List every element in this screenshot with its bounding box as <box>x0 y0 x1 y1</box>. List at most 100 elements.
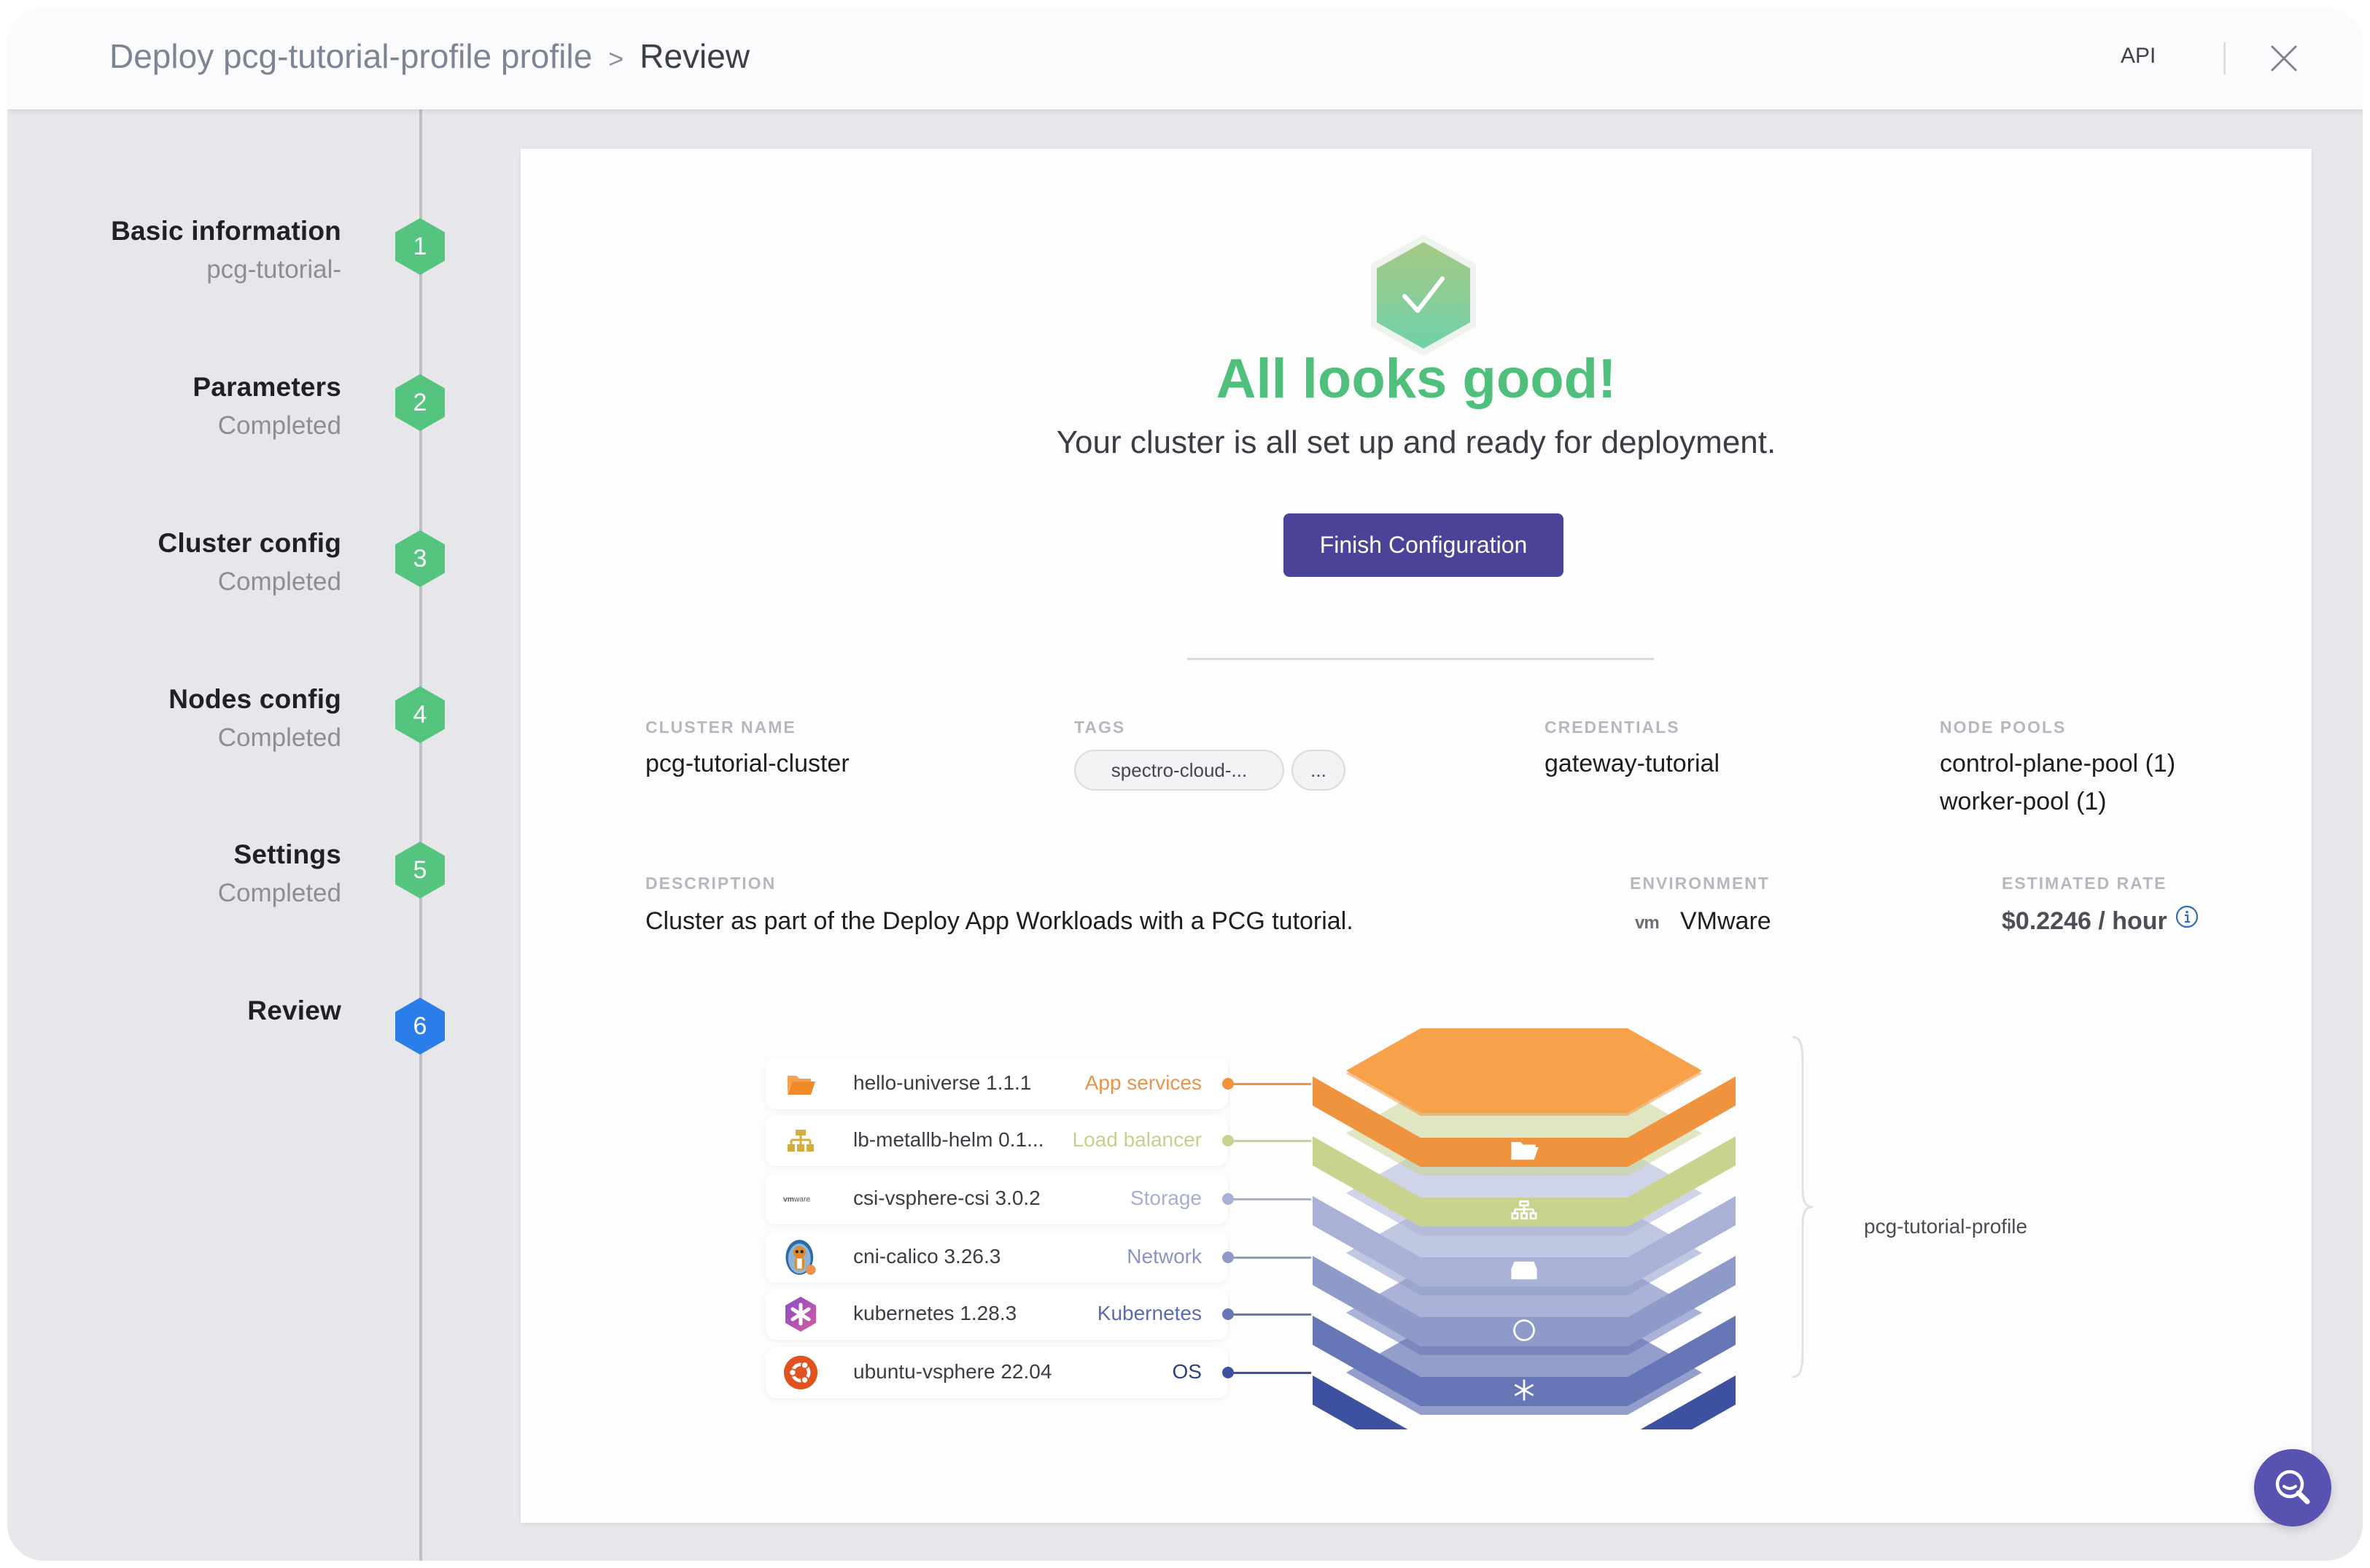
section-divider <box>1187 658 1654 660</box>
step-4[interactable]: Nodes config Completed <box>168 684 341 753</box>
profile-layer-row[interactable]: vmware csi-vsphere-csi 3.0.2 Storage <box>766 1173 1228 1224</box>
step-subtitle: Completed <box>217 879 341 907</box>
profile-layer-row[interactable]: hello-universe 1.1.1 App services <box>766 1058 1228 1109</box>
layer-type: OS <box>1172 1360 1202 1383</box>
description-label: DESCRIPTION <box>645 874 777 893</box>
layer-connector <box>1222 1078 1311 1090</box>
layer-type: Storage <box>1130 1187 1202 1209</box>
step-subtitle: Completed <box>217 723 341 752</box>
step-3[interactable]: Cluster config Completed <box>158 528 341 597</box>
folder-icon <box>783 1066 818 1101</box>
step-badge-2[interactable]: 2 <box>395 374 445 431</box>
layer-name: ubuntu-vsphere 22.04 <box>853 1360 1052 1383</box>
svg-text:vmware: vmware <box>783 1195 810 1203</box>
step-subtitle: Completed <box>217 411 341 440</box>
ubuntu-logo-icon <box>783 1355 818 1390</box>
step-subtitle: pcg-tutorial- <box>206 255 341 284</box>
page-header: Deploy pcg-tutorial-profile profile > Revi… <box>7 7 2363 109</box>
connector-dot <box>1222 1193 1234 1205</box>
environment-value: VMware <box>1680 907 1771 935</box>
breadcrumb-separator: > <box>608 44 624 74</box>
node-pool-item: worker-pool (1) <box>1940 788 2107 815</box>
profile-layer-row[interactable]: lb-metallb-helm 0.1... Load balancer <box>766 1115 1228 1166</box>
description-value: Cluster as part of the Deploy App Worklo… <box>645 907 1353 935</box>
credentials-label: CREDENTIALS <box>1545 718 1680 737</box>
cluster-name-label: CLUSTER NAME <box>645 718 796 737</box>
profile-name-label: pcg-tutorial-profile <box>1864 1215 2028 1238</box>
layer-name: lb-metallb-helm 0.1... <box>853 1128 1044 1151</box>
step-subtitle: Completed <box>217 567 341 596</box>
cluster-name-value: pcg-tutorial-cluster <box>645 750 850 777</box>
step-title: Nodes config <box>168 684 341 714</box>
success-subline: Your cluster is all set up and ready for… <box>1056 424 1776 460</box>
connector-dot <box>1222 1367 1234 1378</box>
check-shield-icon <box>1371 235 1476 356</box>
brace-icon <box>1792 1036 1814 1378</box>
api-button[interactable]: API <box>2121 44 2156 69</box>
layer-name: cni-calico 3.26.3 <box>853 1245 1001 1268</box>
layer-type: App services <box>1084 1071 1202 1094</box>
step-badge-4[interactable]: 4 <box>395 686 445 743</box>
app-frame: Deploy pcg-tutorial-profile profile > Revi… <box>7 7 2363 1561</box>
review-card: All looks good! Your cluster is all set … <box>521 149 2312 1523</box>
calico-logo-icon <box>783 1240 818 1275</box>
node-pool-item: control-plane-pool (1) <box>1940 750 2176 777</box>
tags-label: TAGS <box>1074 718 1126 737</box>
layer-name: hello-universe 1.1.1 <box>853 1071 1032 1094</box>
breadcrumb-profile[interactable]: Deploy pcg-tutorial-profile profile <box>109 37 592 75</box>
vmware-logo-icon: vmware <box>783 1181 818 1216</box>
layer-connector <box>1222 1308 1311 1320</box>
breadcrumb: Deploy pcg-tutorial-profile profile > Revi… <box>109 36 750 76</box>
success-headline: All looks good! <box>1216 348 1617 410</box>
info-icon[interactable] <box>2175 904 2199 929</box>
stack-top-face <box>1346 1028 1702 1113</box>
step-badge-3[interactable]: 3 <box>395 530 445 587</box>
layer-connector <box>1222 1135 1311 1146</box>
connector-dot <box>1222 1135 1234 1146</box>
kubernetes-logo-icon <box>783 1297 818 1332</box>
tag-chip[interactable]: spectro-cloud-... <box>1074 750 1284 791</box>
step-6[interactable]: Review <box>247 995 341 1026</box>
profile-stack-graphic <box>1313 1028 1736 1429</box>
more-tags-chip[interactable]: ... <box>1291 750 1345 791</box>
step-badge-5[interactable]: 5 <box>395 842 445 899</box>
layer-connector <box>1222 1367 1311 1378</box>
step-badge-6[interactable]: 6 <box>395 998 445 1055</box>
layer-type: Network <box>1127 1245 1202 1268</box>
vmware-icon: vm <box>1635 913 1660 933</box>
rate-label: ESTIMATED RATE <box>2002 874 2167 893</box>
step-title: Basic information <box>111 216 341 246</box>
step-badge-1[interactable]: 1 <box>395 218 445 275</box>
step-2[interactable]: Parameters Completed <box>193 372 341 440</box>
profile-layer-row[interactable]: kubernetes 1.28.3 Kubernetes <box>766 1289 1228 1340</box>
step-title: Settings <box>233 839 341 869</box>
search-help-icon <box>2275 1470 2310 1505</box>
step-title: Parameters <box>193 372 341 402</box>
connector-dot <box>1222 1078 1234 1090</box>
layer-connector <box>1222 1193 1311 1205</box>
search-help-button[interactable] <box>2254 1449 2331 1526</box>
layer-name: kubernetes 1.28.3 <box>853 1302 1017 1324</box>
network-tree-icon <box>783 1123 818 1158</box>
vmware-icon-glyph <box>1510 1261 1538 1280</box>
layer-name: csi-vsphere-csi 3.0.2 <box>853 1187 1041 1209</box>
layer-type: Load balancer <box>1072 1128 1202 1151</box>
profile-layer-row[interactable]: cni-calico 3.26.3 Network <box>766 1232 1228 1283</box>
header-divider <box>2223 42 2226 74</box>
step-title: Cluster config <box>158 528 341 558</box>
credentials-value: gateway-tutorial <box>1545 750 1720 777</box>
step-title: Review <box>247 995 341 1025</box>
folder-icon-glyph <box>1510 1141 1539 1160</box>
close-icon[interactable] <box>2268 42 2300 74</box>
stepper-rail <box>419 109 422 1561</box>
step-5[interactable]: Settings Completed <box>218 839 341 908</box>
connector-dot <box>1222 1251 1234 1263</box>
profile-layer-row[interactable]: ubuntu-vsphere 22.04 OS <box>766 1347 1228 1398</box>
breadcrumb-current: Review <box>640 37 750 75</box>
layer-type: Kubernetes <box>1097 1302 1202 1324</box>
step-1[interactable]: Basic information pcg-tutorial- <box>111 216 341 284</box>
node-pools-label: NODE POOLS <box>1940 718 2067 737</box>
finish-configuration-button[interactable]: Finish Configuration <box>1283 513 1563 577</box>
environment-label: ENVIRONMENT <box>1630 874 1770 893</box>
rate-value: $0.2246 / hour <box>2002 907 2167 935</box>
